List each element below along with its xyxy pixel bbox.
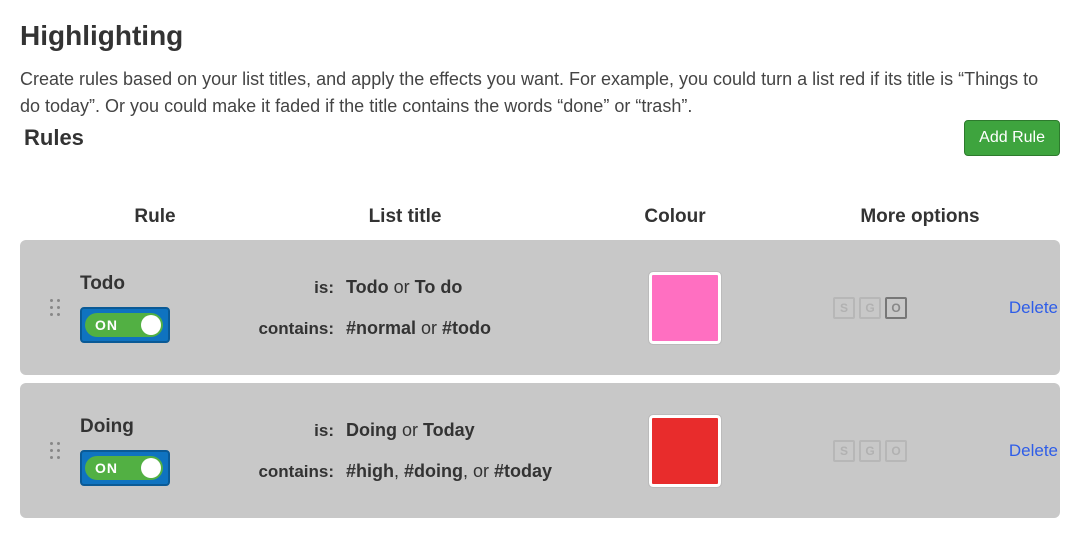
criteria-contains-value: #high, #doing, or #today <box>340 461 580 482</box>
rule-row: Doing ON is: Doing or Today contains: #h… <box>20 383 1060 518</box>
colour-swatch[interactable] <box>649 415 721 487</box>
rule-name-label: Todo <box>80 273 250 295</box>
col-header-colour: Colour <box>570 206 780 228</box>
criteria-is-label: is: <box>250 421 340 441</box>
toggle-knob <box>141 458 161 478</box>
add-rule-button[interactable]: Add Rule <box>964 120 1060 156</box>
delete-rule-link[interactable]: Delete <box>1009 298 1058 317</box>
toggle-on-label: ON <box>95 317 118 333</box>
toggle-on-label: ON <box>95 460 118 476</box>
criteria-is-label: is: <box>250 278 340 298</box>
drag-handle-icon[interactable] <box>30 442 80 460</box>
option-s-toggle[interactable]: S <box>833 297 855 319</box>
drag-handle-icon[interactable] <box>30 299 80 317</box>
col-header-rule: Rule <box>70 206 240 228</box>
delete-rule-link[interactable]: Delete <box>1009 441 1058 460</box>
col-header-more-options: More options <box>780 206 1060 228</box>
col-header-list-title: List title <box>240 206 570 228</box>
criteria-contains-label: contains: <box>250 462 340 482</box>
criteria-contains-value: #normal or #todo <box>340 318 580 339</box>
colour-swatch[interactable] <box>649 272 721 344</box>
criteria-is-value: Doing or Today <box>340 420 580 441</box>
criteria-contains-label: contains: <box>250 319 340 339</box>
rule-enabled-toggle[interactable]: ON <box>80 450 170 486</box>
page-title: Highlighting <box>20 20 1060 52</box>
option-g-toggle[interactable]: G <box>859 297 881 319</box>
option-s-toggle[interactable]: S <box>833 440 855 462</box>
criteria-is-value: Todo or To do <box>340 277 580 298</box>
option-o-toggle[interactable]: O <box>885 440 907 462</box>
table-header-row: Rule List title Colour More options <box>20 206 1060 228</box>
option-o-toggle[interactable]: O <box>885 297 907 319</box>
option-g-toggle[interactable]: G <box>859 440 881 462</box>
rule-row: Todo ON is: Todo or To do contains: #nor… <box>20 240 1060 375</box>
rules-section-title: Rules <box>24 125 84 151</box>
page-description: Create rules based on your list titles, … <box>20 66 1050 120</box>
rule-enabled-toggle[interactable]: ON <box>80 307 170 343</box>
rule-name-label: Doing <box>80 416 250 438</box>
toggle-knob <box>141 315 161 335</box>
